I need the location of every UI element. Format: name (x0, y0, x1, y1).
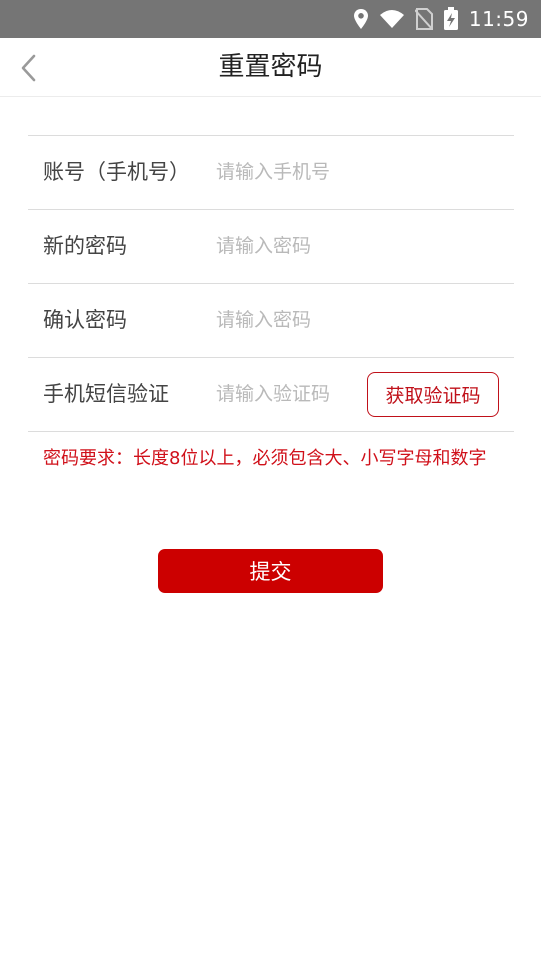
divider (28, 431, 514, 432)
sms-code-input[interactable] (216, 376, 356, 412)
new-password-input[interactable] (216, 228, 496, 264)
status-bar: 11:59 (0, 0, 541, 38)
battery-charging-icon (443, 7, 458, 30)
sms-code-row: 手机短信验证 获取验证码 (28, 357, 514, 431)
reset-password-form: 账号（手机号） 新的密码 确认密码 手机短信验证 获取验证码 (28, 135, 514, 432)
new-password-row: 新的密码 (28, 209, 514, 283)
account-label: 账号（手机号） (43, 160, 190, 184)
no-sim-icon (414, 8, 433, 30)
status-time: 11:59 (468, 7, 529, 31)
get-code-button[interactable]: 获取验证码 (367, 372, 499, 417)
new-password-label: 新的密码 (43, 234, 127, 258)
nav-bar: 重置密码 (0, 38, 541, 97)
confirm-password-input[interactable] (216, 302, 496, 338)
confirm-password-row: 确认密码 (28, 283, 514, 357)
password-requirement-hint: 密码要求：长度8位以上，必须包含大、小写字母和数字 (43, 448, 487, 469)
page-title: 重置密码 (218, 52, 323, 82)
location-icon (353, 9, 368, 29)
wifi-icon (379, 10, 404, 28)
sms-code-label: 手机短信验证 (43, 382, 169, 406)
account-row: 账号（手机号） (28, 135, 514, 209)
submit-button[interactable]: 提交 (158, 549, 383, 593)
confirm-password-label: 确认密码 (43, 308, 127, 332)
phone-input[interactable] (216, 154, 496, 190)
